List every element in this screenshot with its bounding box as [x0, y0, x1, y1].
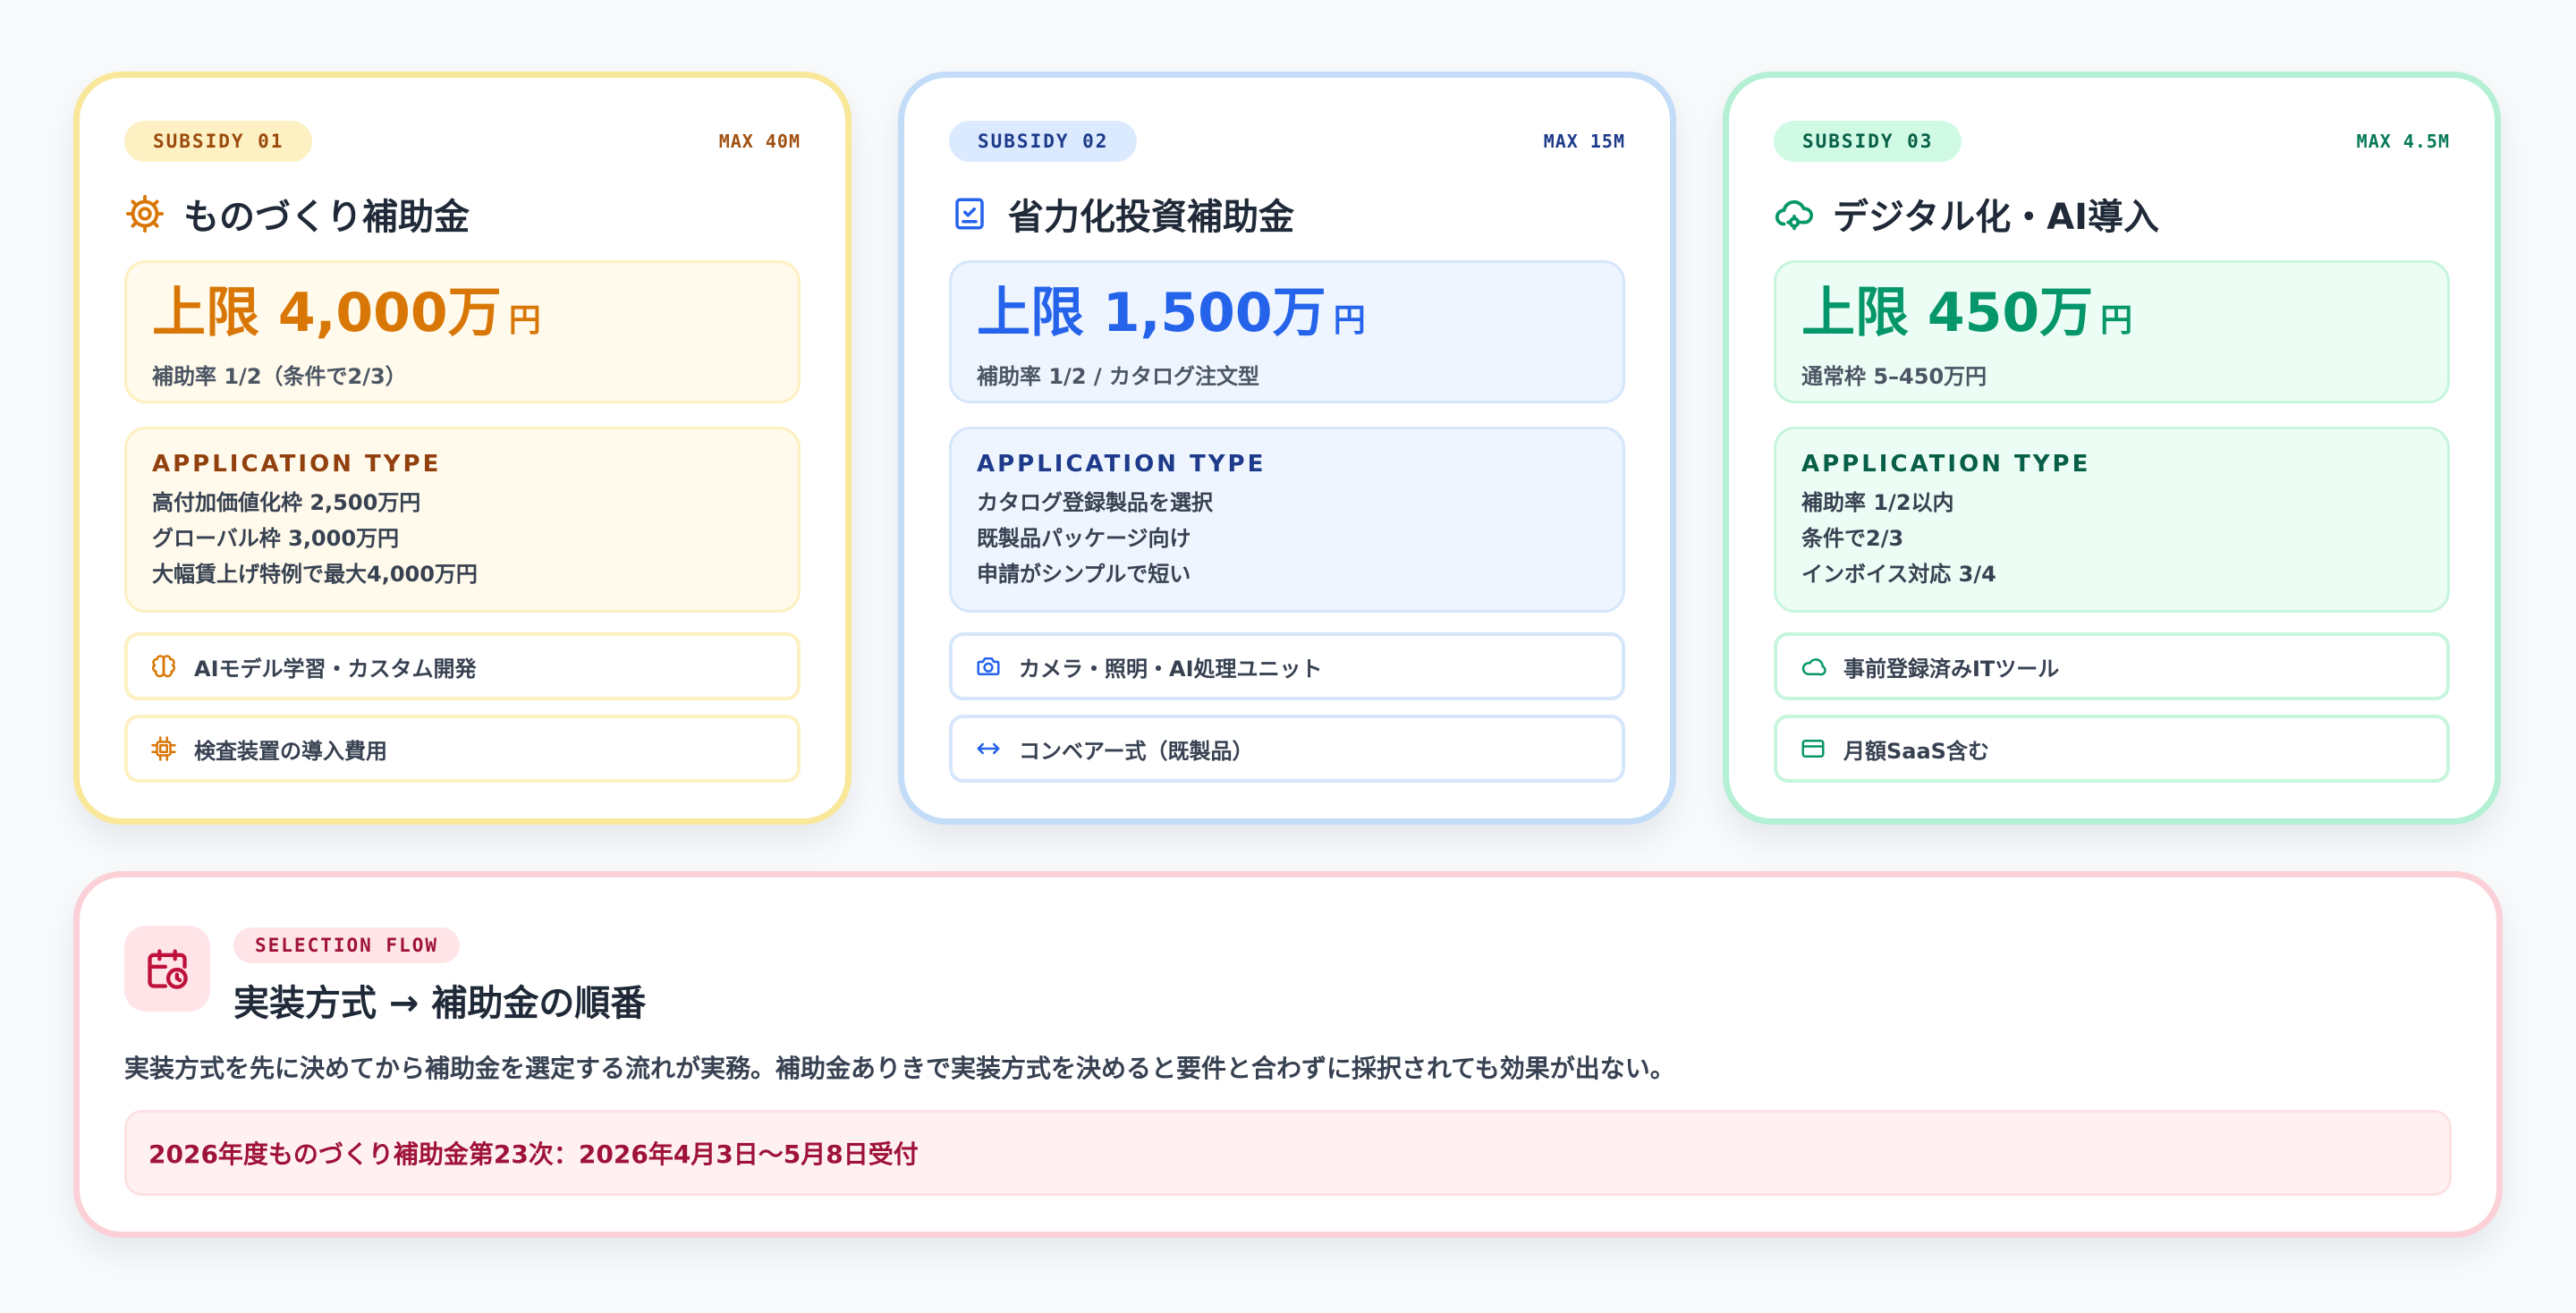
subsidy-badge: SUBSIDY 01 — [124, 121, 313, 162]
card-title: デジタル化・AI導入 — [1833, 197, 2160, 238]
feature-item: コンベアー式（既製品） — [949, 715, 1625, 783]
feature-item: 事前登録済みITツール — [1774, 632, 2450, 700]
subsidy-rate: 通常枠 5–450万円 — [1801, 364, 1987, 389]
application-line: 大幅賃上げ特例で最大4,000万円 — [152, 562, 478, 587]
feature-item: 検査装置の導入費用 — [124, 715, 801, 783]
feature-label: コンベアー式（既製品） — [1019, 738, 1254, 764]
card-title: 省力化投資補助金 — [1008, 197, 1294, 238]
calendar-clock-icon — [124, 926, 210, 1012]
chip-icon — [149, 734, 178, 763]
limit-amount: 上限 1,500万円 — [977, 282, 1366, 344]
application-type-heading: APPLICATION TYPE — [977, 451, 1267, 478]
limit-amount: 上限 4,000万円 — [152, 282, 541, 344]
feature-item: カメラ・照明・AI処理ユニット — [949, 632, 1625, 700]
subsidy-badge: SUBSIDY 03 — [1774, 121, 1962, 162]
feature-label: 事前登録済みITツール — [1843, 656, 2060, 682]
application-type-box: APPLICATION TYPE 補助率 1/2以内 条件で2/3 インボイス対… — [1774, 427, 2450, 613]
selection-flow-description: 実装方式を先に決めてから補助金を選定する流れが実務。補助金ありきで実装方式を決め… — [124, 1054, 1675, 1083]
application-line: 既製品パッケージ向け — [977, 526, 1191, 551]
subsidy-card-monozukuri: SUBSIDY 01 MAX 40M ものづくり補助金 上限 4,000万円 補… — [73, 72, 852, 825]
application-type-heading: APPLICATION TYPE — [152, 451, 442, 478]
deadline-banner: 2026年度ものづくり補助金第23次：2026年4月3日〜5月8日受付 — [124, 1110, 2452, 1196]
arrows-horizontal-icon — [974, 734, 1003, 763]
application-line: 高付加価値化枠 2,500万円 — [152, 490, 421, 515]
application-line: 補助率 1/2以内 — [1801, 490, 1954, 515]
application-type-heading: APPLICATION TYPE — [1801, 451, 2091, 478]
application-line: グローバル枠 3,000万円 — [152, 526, 400, 551]
limit-unit: 円 — [2100, 302, 2133, 339]
feature-label: カメラ・照明・AI処理ユニット — [1019, 656, 1323, 682]
cloud-gear-icon — [1774, 193, 1815, 234]
limit-unit: 円 — [1333, 302, 1366, 339]
application-type-box: APPLICATION TYPE カタログ登録製品を選択 既製品パッケージ向け … — [949, 427, 1625, 613]
subsidy-rate: 補助率 1/2（条件で2/3） — [152, 364, 407, 389]
subsidy-card-digital-ai: SUBSIDY 03 MAX 4.5M デジタル化・AI導入 上限 450万円 … — [1723, 72, 2501, 825]
max-amount-label: MAX 15M — [1543, 131, 1625, 152]
feature-label: 月額SaaS含む — [1843, 738, 1989, 764]
card-title: ものづくり補助金 — [183, 197, 470, 238]
credit-card-icon — [1799, 734, 1827, 763]
limit-amount: 上限 450万円 — [1801, 282, 2133, 344]
application-type-box: APPLICATION TYPE 高付加価値化枠 2,500万円 グローバル枠 … — [124, 427, 801, 613]
gear-cycle-icon — [124, 193, 165, 234]
selection-flow-panel: SELECTION FLOW 実装方式 → 補助金の順番 実装方式を先に決めてか… — [73, 871, 2503, 1238]
selection-flow-badge: SELECTION FLOW — [233, 928, 461, 963]
max-amount-label: MAX 4.5M — [2356, 131, 2450, 152]
camera-icon — [974, 652, 1003, 681]
max-amount-label: MAX 40M — [718, 131, 801, 152]
application-line: 条件で2/3 — [1801, 526, 1904, 551]
limit-unit: 円 — [508, 302, 541, 339]
clipboard-check-icon — [949, 193, 990, 234]
limit-box: 上限 4,000万円 補助率 1/2（条件で2/3） — [124, 260, 801, 403]
subsidy-rate: 補助率 1/2 / カタログ注文型 — [977, 364, 1259, 389]
application-line: インボイス対応 3/4 — [1801, 562, 1996, 587]
application-line: カタログ登録製品を選択 — [977, 490, 1213, 515]
feature-label: AIモデル学習・カスタム開発 — [194, 656, 477, 682]
feature-label: 検査装置の導入費用 — [194, 738, 387, 764]
limit-box: 上限 1,500万円 補助率 1/2 / カタログ注文型 — [949, 260, 1625, 403]
brain-icon — [149, 652, 178, 681]
selection-flow-title: 実装方式 → 補助金の順番 — [233, 983, 647, 1024]
subsidy-card-grid: SUBSIDY 01 MAX 40M ものづくり補助金 上限 4,000万円 補… — [73, 72, 2503, 825]
feature-item: AIモデル学習・カスタム開発 — [124, 632, 801, 700]
cloud-icon — [1799, 652, 1827, 681]
subsidy-badge: SUBSIDY 02 — [949, 121, 1138, 162]
feature-item: 月額SaaS含む — [1774, 715, 2450, 783]
subsidy-card-shoryokuka: SUBSIDY 02 MAX 15M 省力化投資補助金 上限 1,500万円 補… — [898, 72, 1676, 825]
application-line: 申請がシンプルで短い — [977, 562, 1191, 587]
limit-box: 上限 450万円 通常枠 5–450万円 — [1774, 260, 2450, 403]
